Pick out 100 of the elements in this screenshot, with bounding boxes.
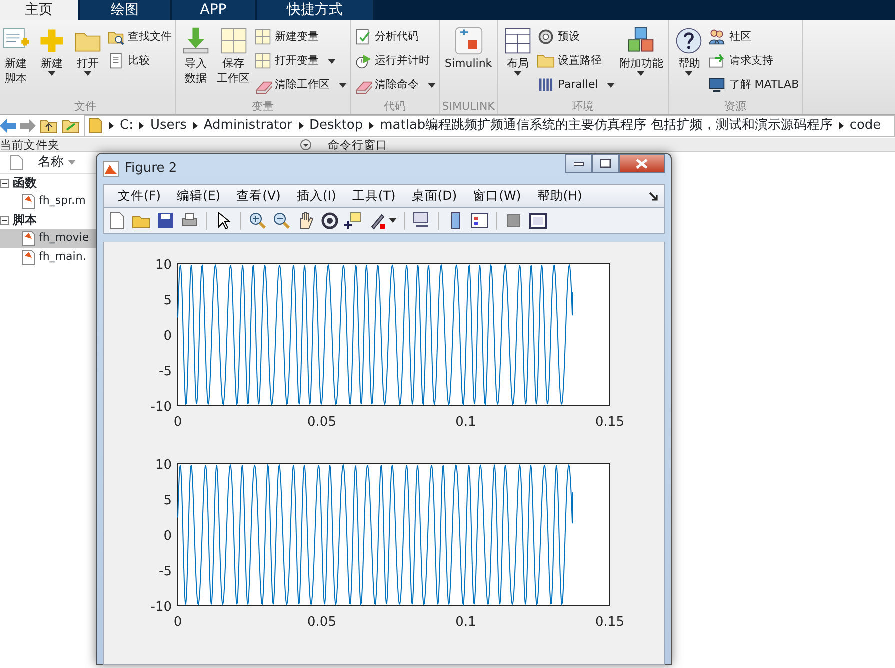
zoom-out-icon[interactable] bbox=[272, 211, 291, 230]
menu-item[interactable]: 插入(I) bbox=[288, 186, 344, 206]
ribbon-button[interactable]: 附加功能 bbox=[617, 26, 666, 99]
menu-item[interactable]: 查看(V) bbox=[228, 186, 289, 206]
people-icon bbox=[708, 28, 726, 46]
window-title: Figure 2 bbox=[125, 160, 178, 178]
path-segment[interactable]: Desktop bbox=[310, 116, 364, 136]
ribbon-button[interactable]: 新建脚本 bbox=[0, 26, 33, 99]
ribbon-tab[interactable]: 主页 bbox=[0, 0, 78, 20]
document-icon bbox=[107, 52, 125, 70]
ribbon-button[interactable]: 查找文件 bbox=[107, 26, 172, 48]
ribbon-button[interactable]: 打开变量 bbox=[254, 50, 347, 72]
menu-item[interactable]: 窗口(W) bbox=[465, 186, 530, 206]
file-name: fh_movie bbox=[39, 230, 90, 246]
chevron-icon bbox=[139, 122, 144, 130]
legend-icon[interactable] bbox=[470, 211, 489, 230]
stopwatch-icon bbox=[354, 52, 372, 70]
minimize-icon bbox=[574, 162, 584, 166]
layout-icon bbox=[503, 26, 534, 56]
ribbon-button[interactable]: 帮助 bbox=[672, 26, 706, 99]
column-header[interactable]: 名称 bbox=[38, 152, 76, 172]
close-icon bbox=[636, 158, 648, 168]
path-segment[interactable]: matlab编程跳频扩频通信系统的主要仿真程序 包括扩频，测试和演示源码程序 bbox=[380, 116, 833, 136]
simulink-block-icon bbox=[454, 26, 484, 56]
file-row[interactable]: fh_main. bbox=[0, 248, 96, 267]
tree-toggle-icon[interactable] bbox=[0, 178, 9, 188]
caret-icon bbox=[389, 218, 397, 223]
path-segment[interactable]: C: bbox=[120, 116, 134, 136]
ribbon-tab[interactable]: APP bbox=[172, 0, 255, 20]
ribbon-button[interactable]: 清除工作区 bbox=[254, 74, 347, 96]
gear-icon bbox=[537, 28, 556, 46]
tick-label: -10 bbox=[150, 400, 172, 415]
ribbon-button[interactable]: 清除命令 bbox=[354, 74, 436, 96]
ribbon-button[interactable]: 社区 bbox=[708, 26, 800, 48]
menu-item[interactable]: 编辑(E) bbox=[168, 186, 229, 206]
ribbon-tab[interactable]: 快捷方式 bbox=[257, 0, 373, 20]
ribbon-button[interactable]: 预设 bbox=[537, 26, 616, 48]
ribbon-button[interactable]: 了解 MATLAB bbox=[708, 74, 800, 96]
file-icon bbox=[10, 154, 24, 170]
panel-title: 当前文件夹 bbox=[0, 138, 60, 152]
tick-label: -5 bbox=[159, 564, 172, 580]
ribbon-button[interactable]: 保存工作区 bbox=[215, 26, 252, 99]
ribbon-button[interactable]: Parallel bbox=[537, 74, 616, 96]
ribbon-button[interactable]: 比较 bbox=[107, 50, 172, 72]
sort-caret-icon bbox=[68, 160, 76, 165]
tick-label: 0 bbox=[164, 329, 172, 344]
close-button[interactable] bbox=[619, 154, 665, 173]
file-row[interactable]: fh_movie bbox=[0, 229, 96, 248]
path-segment[interactable]: Users bbox=[150, 116, 187, 136]
tree-group-label: 函数 bbox=[13, 175, 37, 192]
ribbon-button[interactable]: 导入数据 bbox=[179, 26, 213, 99]
checked-document-icon bbox=[354, 28, 372, 46]
tree-group-label: 脚本 bbox=[13, 212, 37, 229]
group-label: 变量 bbox=[176, 99, 350, 114]
group-label: SIMULINK bbox=[440, 99, 498, 114]
group-label: 代码 bbox=[351, 99, 439, 114]
matlab-file-icon bbox=[22, 194, 36, 210]
save-icon[interactable] bbox=[156, 211, 175, 230]
path-segment[interactable]: Administrator bbox=[204, 116, 292, 136]
data-cursor-icon[interactable] bbox=[344, 211, 363, 230]
ribbon-button[interactable]: 新建变量 bbox=[254, 26, 347, 48]
group-label: 环境 bbox=[498, 99, 668, 114]
minimize-button[interactable] bbox=[565, 154, 592, 173]
ribbon-button[interactable]: 设置路径 bbox=[537, 50, 616, 72]
ribbon-button[interactable]: 请求支持 bbox=[708, 50, 800, 72]
menu-item[interactable]: 工具(T) bbox=[344, 186, 404, 206]
ribbon-button[interactable]: 分析代码 bbox=[354, 26, 436, 48]
chevron-icon bbox=[838, 122, 844, 130]
tick-label: 0 bbox=[164, 529, 172, 544]
tick-label: 0.05 bbox=[308, 615, 336, 630]
menu-item[interactable]: 文件(F) bbox=[110, 186, 169, 206]
ribbon-button[interactable]: 布局 bbox=[501, 26, 536, 99]
window-panel-icon[interactable] bbox=[528, 211, 547, 230]
menu-item[interactable]: 帮助(H) bbox=[529, 186, 590, 206]
tree-toggle-icon[interactable] bbox=[0, 216, 9, 224]
ribbon-tab[interactable]: 绘图 bbox=[80, 0, 170, 20]
tick-label: 5 bbox=[164, 294, 172, 308]
matlab-file-icon bbox=[22, 230, 36, 246]
chevron-icon bbox=[298, 122, 304, 130]
ribbon-button[interactable]: 运行并计时 bbox=[354, 50, 436, 72]
tick-label: 0.15 bbox=[596, 615, 624, 630]
file-row[interactable]: fh_spr.m bbox=[0, 192, 96, 211]
group-label: 文件 bbox=[0, 99, 175, 114]
tick-label: 0 bbox=[174, 615, 182, 630]
menu-item[interactable]: 桌面(D) bbox=[404, 186, 466, 206]
table-icon bbox=[254, 28, 272, 46]
dock-arrow-icon bbox=[649, 192, 658, 200]
ribbon-button[interactable]: 打开 bbox=[71, 26, 105, 99]
tick-label: 0.1 bbox=[456, 415, 476, 430]
table-icon bbox=[254, 52, 272, 70]
zoom-in-icon[interactable] bbox=[248, 211, 267, 230]
ribbon-button[interactable]: Simulink bbox=[443, 26, 494, 99]
matlab-file-icon bbox=[22, 250, 36, 266]
forward-arrow-icon bbox=[20, 118, 36, 132]
tick-label: 0.1 bbox=[456, 615, 476, 630]
maximize-button[interactable] bbox=[592, 154, 619, 173]
new-file-icon[interactable] bbox=[108, 211, 127, 230]
ribbon-button[interactable]: 新建 bbox=[35, 26, 69, 99]
path-segment[interactable]: code bbox=[850, 116, 882, 136]
envelope-arrow-icon bbox=[708, 52, 726, 70]
